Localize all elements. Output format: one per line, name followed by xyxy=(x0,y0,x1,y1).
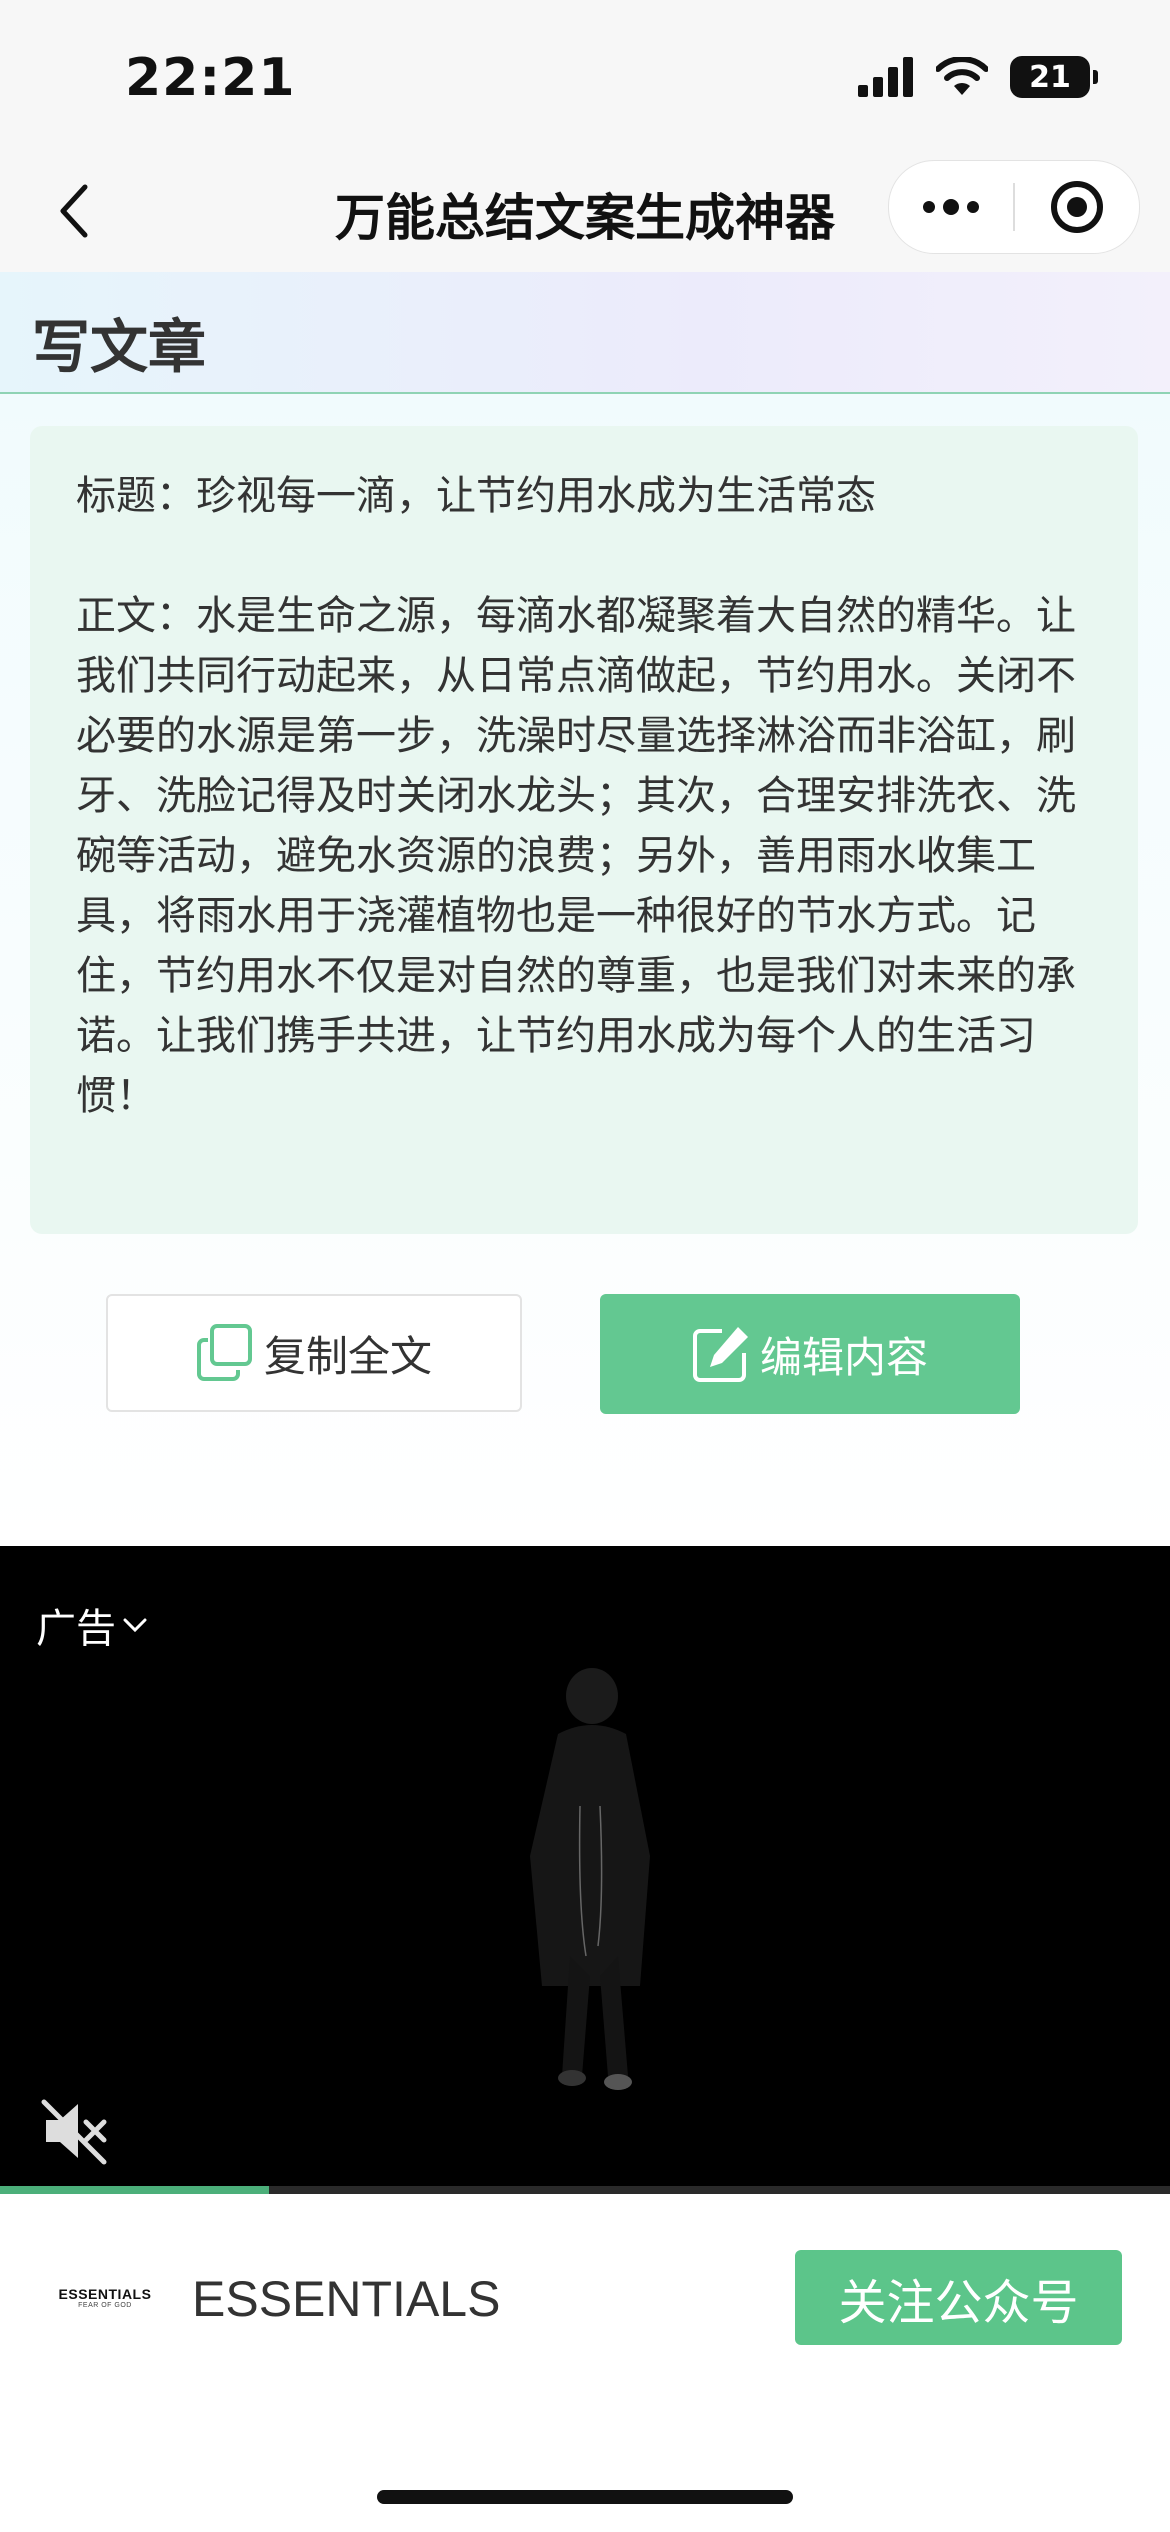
nav-bar: 万能总结文案生成神器 xyxy=(0,150,1170,272)
ad-footer[interactable]: ESSENTIALS FEAR OF GOD ESSENTIALS 关注公众号 xyxy=(0,2194,1170,2404)
status-bar: 22:21 21 xyxy=(0,0,1170,150)
edit-content-label: 编辑内容 xyxy=(759,1332,928,1382)
mini-program-capsule xyxy=(888,160,1140,254)
target-circle-icon xyxy=(1051,181,1103,233)
copy-icon xyxy=(196,1324,252,1381)
home-indicator xyxy=(377,2490,793,2504)
article-title: 标题：珍视每一滴，让节约用水成为生活常态 xyxy=(76,473,876,519)
header-band: 写文章 xyxy=(0,272,1170,394)
action-buttons: 复制全文 编辑内容 xyxy=(0,1294,1170,1414)
battery-indicator: 21 xyxy=(1010,56,1098,98)
follow-official-account-button[interactable]: 关注公众号 xyxy=(795,2250,1122,2345)
ad-video[interactable]: 广告 xyxy=(0,1546,1170,2194)
brand-logo: ESSENTIALS FEAR OF GOD xyxy=(50,2286,160,2309)
generated-article-card: 标题：珍视每一滴，让节约用水成为生活常态 正文：水是生命之源，每滴水都凝聚着大自… xyxy=(30,426,1138,1234)
status-icons: 21 xyxy=(858,52,1098,102)
brand-logo-text: ESSENTIALS xyxy=(58,2286,152,2302)
status-time: 22:21 xyxy=(125,48,296,108)
brand-logo-subtext: FEAR OF GOD xyxy=(78,2302,132,2309)
video-figure xyxy=(530,1668,650,2090)
ad-label-toggle[interactable]: 广告 xyxy=(36,1596,148,1654)
chevron-down-icon xyxy=(123,1618,147,1633)
content-area: 标题：珍视每一滴，让节约用水成为生活常态 正文：水是生命之源，每滴水都凝聚着大自… xyxy=(0,394,1170,1544)
close-mini-program-button[interactable] xyxy=(1015,161,1139,253)
cellular-signal-icon xyxy=(858,57,913,97)
edit-icon xyxy=(692,1327,748,1382)
section-heading: 写文章 xyxy=(32,313,207,381)
video-progress-fill xyxy=(0,2186,270,2194)
ad-label: 广告 xyxy=(36,1606,116,1652)
video-progress xyxy=(0,2186,1170,2194)
edit-content-button[interactable]: 编辑内容 xyxy=(600,1294,1020,1414)
copy-all-label: 复制全文 xyxy=(263,1331,432,1381)
more-dots-icon xyxy=(923,199,979,215)
wifi-icon xyxy=(936,57,988,95)
mute-button[interactable] xyxy=(40,2096,110,2166)
muted-speaker-icon xyxy=(41,2099,107,2165)
brand-name: ESSENTIALS xyxy=(192,2271,501,2327)
more-button[interactable] xyxy=(889,161,1013,253)
article-body: 正文：水是生命之源，每滴水都凝聚着大自然的精华。让我们共同行动起来，从日常点滴做… xyxy=(76,593,1076,1119)
copy-all-button[interactable]: 复制全文 xyxy=(106,1294,522,1412)
